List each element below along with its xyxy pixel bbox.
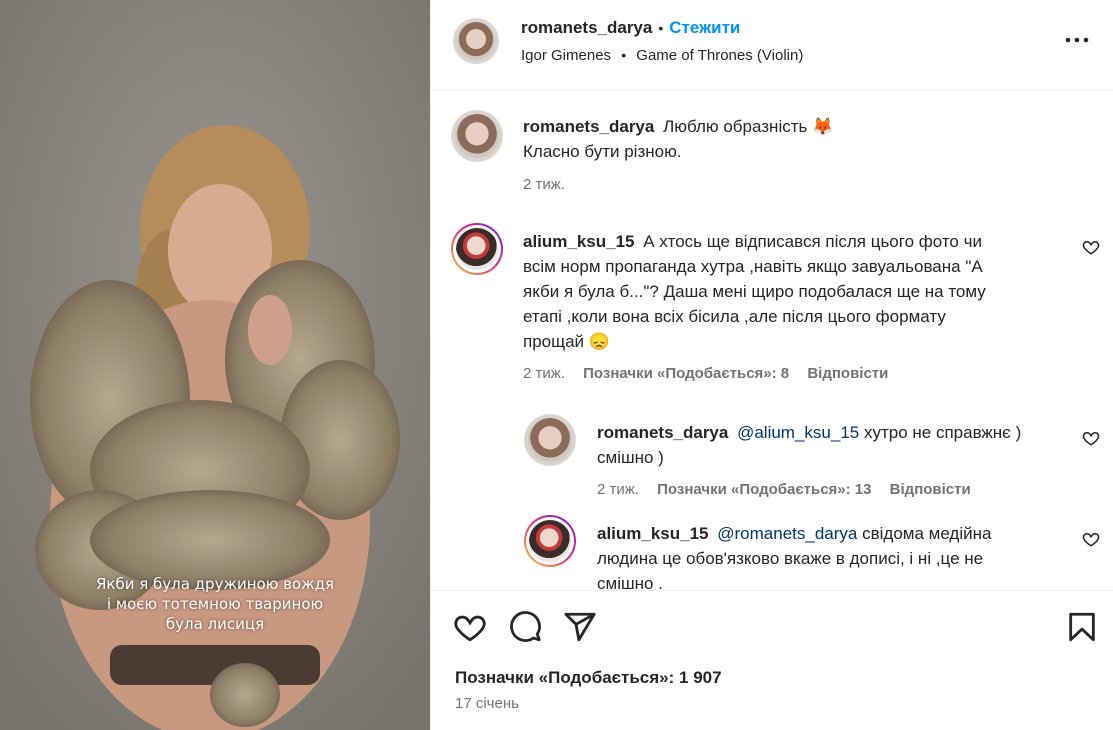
media-caption: Якби я була дружиною вождя і моєю тотемн…: [0, 574, 430, 634]
comment-username[interactable]: alium_ksu_15: [523, 232, 635, 251]
caption-text: Люблю образність: [663, 117, 808, 136]
like-heart-icon[interactable]: [453, 610, 487, 644]
caption-meta: 2 тиж.: [523, 176, 579, 193]
comment-text-line: всім норм пропаганда хутра ,навіть якщо …: [523, 257, 983, 276]
post-actions: Позначки «Подобається»: 1 907 17 січень: [431, 590, 1113, 730]
reply-button[interactable]: Відповісти: [807, 365, 888, 382]
like-reply-heart-icon[interactable]: [1082, 530, 1100, 548]
post-caption: romanets_darya Люблю образність 🦊 Класно…: [523, 114, 1043, 164]
comment-text-line: прощай 😞: [523, 332, 610, 351]
comment-text-line: якби я була б..."? Даша мені щиро подоба…: [523, 282, 986, 301]
comment-text-line: А хтось ще відписався після цього фото ч…: [643, 232, 982, 251]
audio-artist[interactable]: Igor Gimenes: [521, 47, 611, 64]
comment-body: alium_ksu_15 А хтось ще відписався після…: [523, 229, 1053, 354]
comment-meta: 2 тиж. Позначки «Подобається»: 8 Відпові…: [523, 365, 902, 382]
save-bookmark-icon[interactable]: [1065, 610, 1099, 644]
reply-mention[interactable]: @romanets_darya: [717, 524, 857, 543]
header-title-row: romanets_darya • Стежити: [521, 18, 740, 38]
media-caption-line: Якби я була дружиною вождя: [95, 575, 335, 593]
commenter-avatar[interactable]: [451, 223, 503, 275]
post-media[interactable]: Якби я була дружиною вождя і моєю тотемн…: [0, 0, 430, 730]
reply-avatar[interactable]: [524, 414, 576, 466]
reply-likes-count[interactable]: Позначки «Подобається»: 13: [657, 481, 871, 498]
caption-username[interactable]: romanets_darya: [523, 117, 654, 136]
comment-bubble-icon[interactable]: [508, 610, 542, 644]
more-options-icon[interactable]: [1062, 28, 1092, 52]
post-header: romanets_darya • Стежити Igor Gimenes • Ga…: [431, 0, 1113, 91]
reply-mention[interactable]: @alium_ksu_15: [737, 423, 859, 442]
media-caption-line: була лисиця: [165, 615, 265, 633]
comment-text-line: етапі ,коли вона всіх бісила ,але після …: [523, 307, 946, 326]
follow-button[interactable]: Стежити: [669, 18, 740, 37]
reply-avatar[interactable]: [524, 515, 576, 567]
caption-avatar[interactable]: [451, 110, 503, 162]
reply-body: romanets_darya @alium_ksu_15 хутро не сп…: [597, 420, 1067, 470]
reply-button[interactable]: Відповісти: [890, 481, 971, 498]
fox-emoji: 🦊: [812, 117, 834, 136]
reply-username[interactable]: romanets_darya: [597, 423, 728, 442]
comment-likes-count[interactable]: Позначки «Подобається»: 8: [583, 365, 789, 382]
reply-meta: 2 тиж. Позначки «Подобається»: 13 Відпов…: [597, 481, 985, 498]
author-username[interactable]: romanets_darya: [521, 18, 652, 37]
reply-time[interactable]: 2 тиж.: [597, 481, 639, 498]
share-send-icon[interactable]: [563, 610, 597, 644]
like-reply-heart-icon[interactable]: [1082, 429, 1100, 447]
media-caption-line: і моєю тотемною твариною: [106, 595, 324, 613]
reply-body: alium_ksu_15 @romanets_darya свідома мед…: [597, 521, 1067, 590]
post-date[interactable]: 17 січень: [455, 695, 519, 712]
reply-text: смішно ): [597, 448, 664, 467]
comments-list[interactable]: romanets_darya Люблю образність 🦊 Класно…: [431, 92, 1113, 590]
likes-count[interactable]: Позначки «Подобається»: 1 907: [455, 668, 722, 688]
post-details-panel: romanets_darya • Стежити Igor Gimenes • Ga…: [430, 0, 1113, 730]
audio-track[interactable]: Game of Thrones (Violin): [636, 47, 803, 64]
author-avatar[interactable]: [453, 18, 499, 64]
reply-text: смішно .: [597, 574, 663, 590]
reply-username[interactable]: alium_ksu_15: [597, 524, 709, 543]
caption-text: Класно бути різною.: [523, 142, 682, 161]
reply-text: людина це обов'язково вкаже в дописі, і …: [597, 549, 984, 568]
caption-time[interactable]: 2 тиж.: [523, 176, 565, 193]
like-comment-heart-icon[interactable]: [1082, 238, 1100, 256]
separator-dot: •: [658, 20, 664, 36]
separator-dot: •: [621, 47, 627, 63]
reply-text: свідома медійна: [862, 524, 992, 543]
audio-info[interactable]: Igor Gimenes • Game of Thrones (Violin): [521, 47, 803, 64]
comment-time[interactable]: 2 тиж.: [523, 365, 565, 382]
reply-text: хутро не справжнє ): [863, 423, 1022, 442]
